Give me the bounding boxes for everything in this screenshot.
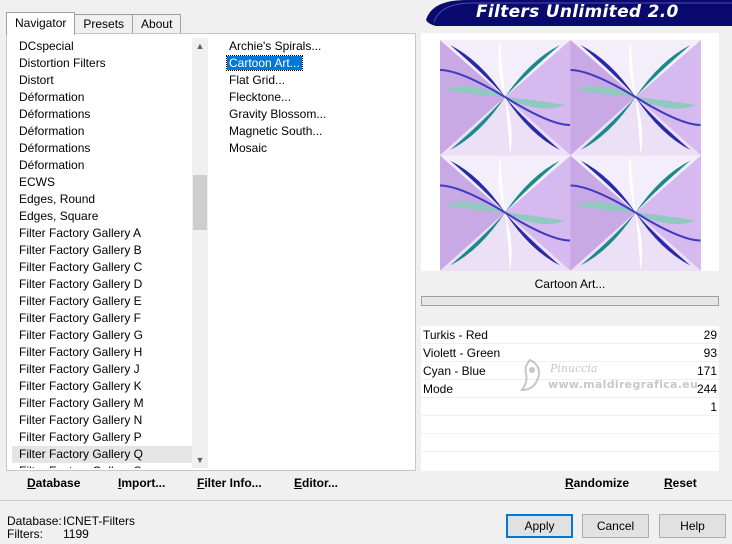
category-scrollbar[interactable]: ▲ ▼ [192, 38, 208, 468]
category-item[interactable]: Filter Factory Gallery G [12, 327, 192, 344]
category-item[interactable]: Déformations [12, 140, 192, 157]
filter-item-label: Gravity Blossom... [229, 107, 327, 121]
filter-item[interactable]: Flecktone... [216, 89, 412, 106]
filter-info-label: ilter Info... [204, 476, 262, 490]
preview-pattern [440, 40, 701, 271]
help-button[interactable]: Help [659, 514, 726, 538]
filter-item[interactable]: Magnetic South... [216, 123, 412, 140]
filter-item[interactable]: Archie's Spirals... [216, 38, 412, 55]
param-row-7[interactable] [421, 434, 719, 452]
category-item[interactable]: Edges, Round [12, 191, 192, 208]
status-area: Database: ICNET-Filters Filters: 1199 [7, 515, 135, 541]
scroll-down-icon[interactable]: ▼ [192, 452, 208, 468]
category-item[interactable]: Filter Factory Gallery A [12, 225, 192, 242]
filter-item-label: Mosaic [229, 141, 268, 155]
category-list[interactable]: DCspecial Distortion Filters Distort Déform… [12, 38, 192, 468]
preview-image [440, 40, 701, 271]
right-toolbar: Randomize Reset [421, 472, 719, 498]
scroll-up-icon[interactable]: ▲ [192, 38, 208, 54]
category-item[interactable]: Distortion Filters [12, 55, 192, 72]
randomize-accel: R [565, 476, 574, 490]
category-item[interactable]: Déformation [12, 157, 192, 174]
database-button[interactable]: Database [27, 476, 80, 490]
category-item[interactable]: Filter Factory Gallery Q [12, 446, 192, 463]
filter-info-button[interactable]: Filter Info... [197, 476, 262, 490]
import-label: mport... [121, 476, 166, 490]
header-banner: Filters Unlimited 2.0 [426, 0, 732, 26]
category-item[interactable]: Filter Factory Gallery D [12, 276, 192, 293]
left-toolbar: Database Import... Filter Info... Editor… [6, 472, 416, 498]
filter-item-label: Archie's Spirals... [229, 39, 322, 53]
filter-item[interactable]: Cartoon Art... [216, 55, 412, 72]
filter-item-label: Magnetic South... [229, 124, 323, 138]
param-row-turkis-red[interactable]: Turkis - Red 29 [421, 326, 719, 344]
param-value[interactable]: 29 [704, 326, 717, 344]
reset-accel: R [664, 476, 673, 490]
category-item[interactable]: Filter Factory Gallery S [12, 463, 192, 468]
category-item[interactable]: Filter Factory Gallery N [12, 412, 192, 429]
filter-item-label: Flat Grid... [229, 73, 286, 87]
reset-label: eset [672, 476, 697, 490]
randomize-label: andomize [573, 476, 630, 490]
category-item[interactable]: Déformations [12, 106, 192, 123]
status-filters-value: 1199 [63, 527, 89, 541]
category-item[interactable]: Filter Factory Gallery M [12, 395, 192, 412]
status-filters-label: Filters: [7, 527, 43, 541]
category-item[interactable]: DCspecial [12, 38, 192, 55]
database-label: atabase [35, 476, 81, 490]
param-label: Violett - Green [423, 346, 501, 360]
category-item[interactable]: Distort [12, 72, 192, 89]
category-item[interactable]: Déformation [12, 89, 192, 106]
category-item[interactable]: Filter Factory Gallery C [12, 259, 192, 276]
watermark-logo-icon [520, 358, 540, 392]
apply-button[interactable]: Apply [506, 514, 573, 538]
tab-navigator[interactable]: Navigator [6, 12, 76, 35]
filter-item[interactable]: Flat Grid... [216, 72, 412, 89]
watermark-url: www.maldiregrafica.eu [548, 378, 699, 391]
filter-list[interactable]: Archie's Spirals... Cartoon Art... Flat Gr… [216, 38, 412, 468]
filter-item-label: Flecktone... [229, 90, 292, 104]
category-item[interactable]: Filter Factory Gallery F [12, 310, 192, 327]
tab-about[interactable]: About [132, 14, 182, 34]
category-item[interactable]: ECWS [12, 174, 192, 191]
status-filters: Filters: 1199 [7, 528, 135, 541]
param-label: Turkis - Red [423, 328, 488, 342]
reset-button[interactable]: Reset [664, 476, 697, 490]
randomize-button[interactable]: Randomize [565, 476, 629, 490]
category-item[interactable]: Déformation [12, 123, 192, 140]
editor-label: ditor... [302, 476, 339, 490]
filter-item[interactable]: Mosaic [216, 140, 412, 157]
param-row-6[interactable] [421, 416, 719, 434]
filter-item-label: Cartoon Art... [226, 55, 303, 71]
preview-filter-name: Cartoon Art... [421, 271, 719, 297]
database-accel: D [27, 476, 36, 490]
category-item[interactable]: Filter Factory Gallery H [12, 344, 192, 361]
watermark: Pinuccia www.maldiregrafica.eu [510, 356, 720, 416]
tab-bar: Navigator Presets About [6, 12, 182, 35]
category-item[interactable]: Edges, Square [12, 208, 192, 225]
param-spacer [421, 306, 719, 326]
editor-button[interactable]: Editor... [294, 476, 338, 490]
category-item[interactable]: Filter Factory Gallery B [12, 242, 192, 259]
filter-item[interactable]: Gravity Blossom... [216, 106, 412, 123]
separator [0, 500, 732, 501]
import-button[interactable]: Import... [118, 476, 165, 490]
cancel-button[interactable]: Cancel [582, 514, 649, 538]
editor-accel: E [294, 476, 303, 490]
category-item[interactable]: Filter Factory Gallery E [12, 293, 192, 310]
param-label: Mode [423, 382, 454, 396]
progress-bar [421, 296, 719, 306]
scroll-thumb[interactable] [193, 175, 207, 230]
category-item[interactable]: Filter Factory Gallery J [12, 361, 192, 378]
category-item[interactable]: Filter Factory Gallery K [12, 378, 192, 395]
app-title: Filters Unlimited 2.0 [476, 2, 679, 22]
param-label: Cyan - Blue [423, 364, 486, 378]
category-item[interactable]: Filter Factory Gallery P [12, 429, 192, 446]
tab-presets[interactable]: Presets [74, 14, 134, 34]
watermark-name: Pinuccia [550, 362, 598, 375]
